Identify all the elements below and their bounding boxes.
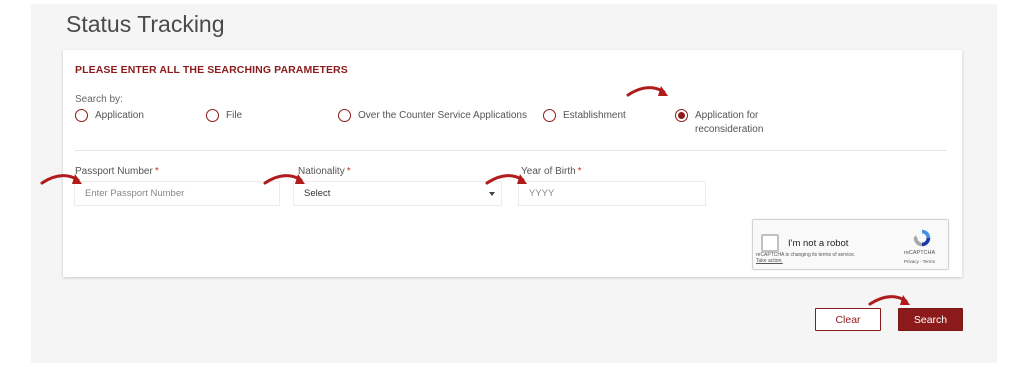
- radio-label: Application for reconsideration: [695, 110, 764, 135]
- recaptcha-notice: reCAPTCHA is changing its terms of servi…: [756, 252, 855, 264]
- radio-circle-icon: [338, 109, 351, 122]
- passport-number-input[interactable]: Enter Passport Number: [74, 181, 280, 206]
- recaptcha-logo-icon: [913, 229, 931, 247]
- recaptcha-widget: I'm not a robot reCAPTCHA is changing it…: [752, 219, 949, 270]
- radio-label: Establishment: [563, 110, 626, 121]
- caret-down-icon: [489, 191, 495, 196]
- radio-selected-icon: [675, 109, 688, 122]
- annotation-arrow-icon: [40, 174, 82, 185]
- recaptcha-label: I'm not a robot: [788, 238, 849, 249]
- radio-application-for-reconsideration[interactable]: Application for reconsideration: [675, 109, 775, 137]
- nationality-selected-value: Select: [304, 188, 331, 199]
- search-form-card: PLEASE ENTER ALL THE SEARCHING PARAMETER…: [63, 50, 962, 277]
- field-label-text: Passport Number: [75, 166, 153, 177]
- annotation-arrow-icon: [868, 295, 910, 306]
- radio-establishment[interactable]: Establishment: [543, 109, 626, 123]
- recaptcha-take-action-link[interactable]: Take action.: [756, 258, 855, 264]
- radio-circle-icon: [75, 109, 88, 122]
- radio-circle-icon: [543, 109, 556, 122]
- radio-label: File: [226, 110, 243, 121]
- radio-circle-icon: [206, 109, 219, 122]
- search-by-label: Search by:: [75, 94, 123, 105]
- radio-over-the-counter[interactable]: Over the Counter Service Applications: [338, 109, 527, 123]
- required-marker: *: [346, 166, 351, 177]
- field-label-text: Year of Birth: [521, 166, 576, 177]
- nationality-select[interactable]: Select: [293, 181, 502, 206]
- year-of-birth-input[interactable]: YYYY: [518, 181, 706, 206]
- annotation-arrow-icon: [263, 174, 305, 185]
- divider: [75, 150, 947, 151]
- radio-application[interactable]: Application: [75, 109, 144, 123]
- radio-label: Application: [95, 110, 144, 121]
- recaptcha-brand: reCAPTCHA: [904, 250, 936, 256]
- page-title: Status Tracking: [66, 11, 225, 37]
- section-title: PLEASE ENTER ALL THE SEARCHING PARAMETER…: [75, 64, 348, 76]
- required-marker: *: [154, 166, 159, 177]
- annotation-arrow-icon: [485, 174, 527, 185]
- required-marker: *: [577, 166, 582, 177]
- recaptcha-terms-link[interactable]: Privacy - Terms: [904, 259, 935, 264]
- radio-label: Over the Counter Service Applications: [358, 110, 527, 121]
- year-of-birth-label: Year of Birth *: [521, 166, 582, 177]
- radio-dot: [678, 112, 685, 119]
- recaptcha-checkbox[interactable]: [761, 234, 779, 252]
- passport-number-label: Passport Number *: [75, 166, 159, 177]
- annotation-arrow-icon: [626, 86, 668, 97]
- radio-file[interactable]: File: [206, 109, 242, 123]
